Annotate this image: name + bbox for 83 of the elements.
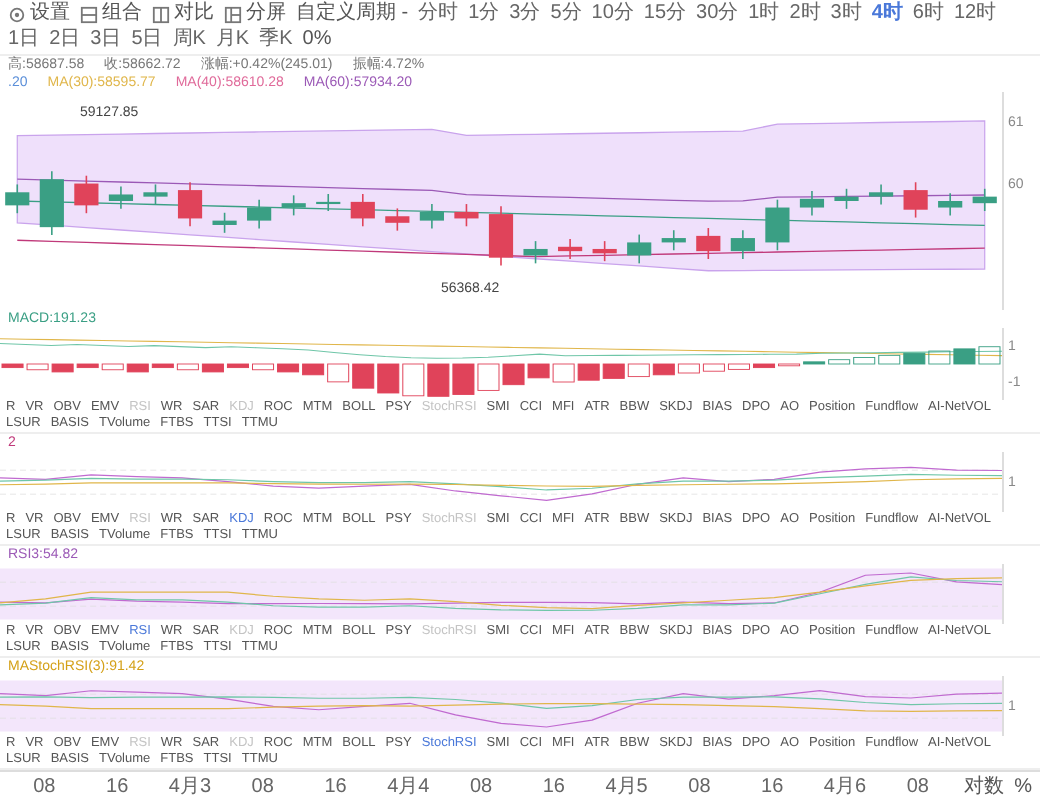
- period-tab[interactable]: 1时: [748, 2, 780, 26]
- candlestick: [74, 174, 99, 215]
- candlestick: [799, 190, 825, 217]
- candlestick: [143, 183, 168, 206]
- toolbar-button[interactable]: 分屏: [224, 2, 286, 26]
- candlestick: [385, 207, 410, 232]
- time-label: 08: [249, 775, 276, 797]
- toolbar-button[interactable]: 设置: [8, 2, 70, 26]
- time-label: 16: [540, 775, 567, 797]
- period-tab[interactable]: 4时: [871, 2, 903, 26]
- period-tab[interactable]: 3分: [509, 2, 541, 26]
- histogram-bar: [352, 363, 375, 389]
- candlestick: [972, 187, 997, 212]
- time-label: 4月4: [385, 774, 432, 800]
- candlestick: [627, 233, 652, 265]
- period-tab[interactable]: 3日: [90, 28, 122, 52]
- candlestick: [523, 240, 548, 265]
- period-tab[interactable]: 15分: [643, 2, 687, 26]
- period-tab[interactable]: 10分: [591, 2, 634, 26]
- histogram-bar: [377, 363, 400, 394]
- candlestick: [247, 198, 272, 230]
- candlestick: [454, 203, 479, 228]
- candlestick: [177, 181, 203, 228]
- layers-icon: [80, 5, 98, 23]
- histogram-bar: [953, 348, 976, 365]
- candlestick: [661, 229, 686, 252]
- candlestick: [938, 192, 963, 217]
- candlestick: [488, 205, 514, 267]
- candlestick: [350, 193, 375, 228]
- period-tab[interactable]: 6时: [912, 2, 944, 26]
- time-label: 4月3: [166, 774, 214, 800]
- time-label: 4月6: [821, 774, 869, 800]
- candlestick: [5, 183, 30, 215]
- period-tab[interactable]: 2时: [789, 2, 821, 26]
- histogram-bar: [577, 363, 600, 381]
- time-label: 08: [31, 775, 58, 797]
- candlestick: [730, 229, 755, 260]
- candlestick: [39, 170, 64, 236]
- candlestick: [834, 187, 859, 210]
- period-tab[interactable]: 季K: [259, 28, 293, 52]
- candlestick: [558, 238, 583, 260]
- candlestick: [108, 185, 133, 210]
- time-label: 4月5: [603, 774, 650, 800]
- candlestick: [696, 227, 721, 260]
- period-tab[interactable]: 分时: [418, 2, 459, 26]
- time-label: 08: [467, 775, 495, 797]
- scale-button[interactable]: 对数: [964, 772, 1005, 800]
- period-dropdown[interactable]: 自定义周期 -: [296, 2, 409, 26]
- candlestick: [316, 193, 341, 212]
- candlestick: [212, 211, 237, 234]
- period-tab[interactable]: 周K: [172, 28, 206, 52]
- candlestick: [869, 183, 894, 206]
- scale-button[interactable]: %: [1014, 775, 1032, 797]
- time-label: 16: [104, 775, 131, 797]
- period-tab[interactable]: 2日: [49, 28, 81, 52]
- settings-icon: [8, 5, 26, 23]
- period-tab[interactable]: 30分: [696, 2, 739, 26]
- time-label: 08: [686, 775, 713, 797]
- candlestick: [281, 194, 306, 217]
- histogram-bar: [427, 363, 450, 397]
- candlestick: [765, 198, 790, 252]
- zoom-button[interactable]: 0%: [302, 28, 332, 52]
- period-tab[interactable]: 3时: [830, 2, 862, 26]
- toolbar-button[interactable]: 组合: [80, 2, 142, 26]
- period-tab[interactable]: 5日: [131, 28, 163, 52]
- period-tab[interactable]: 1日: [8, 28, 40, 52]
- candlestick: [903, 181, 928, 219]
- toolbar-button[interactable]: 对比: [152, 2, 214, 26]
- time-label: 16: [759, 775, 786, 797]
- period-tab[interactable]: 5分: [550, 2, 582, 26]
- histogram-bar: [978, 346, 1001, 365]
- time-label: 08: [904, 775, 931, 797]
- period-tab[interactable]: 月K: [215, 28, 250, 52]
- candlestick: [592, 240, 617, 262]
- time-label: 16: [322, 775, 349, 797]
- histogram-bar: [477, 363, 500, 391]
- split-screen-icon: [224, 5, 242, 23]
- histogram-bar: [552, 363, 575, 383]
- histogram-bar: [452, 363, 475, 395]
- period-tab[interactable]: 12时: [953, 2, 997, 26]
- period-tab[interactable]: 1分: [468, 2, 500, 26]
- histogram-bar: [402, 363, 425, 397]
- candlestick: [419, 203, 444, 230]
